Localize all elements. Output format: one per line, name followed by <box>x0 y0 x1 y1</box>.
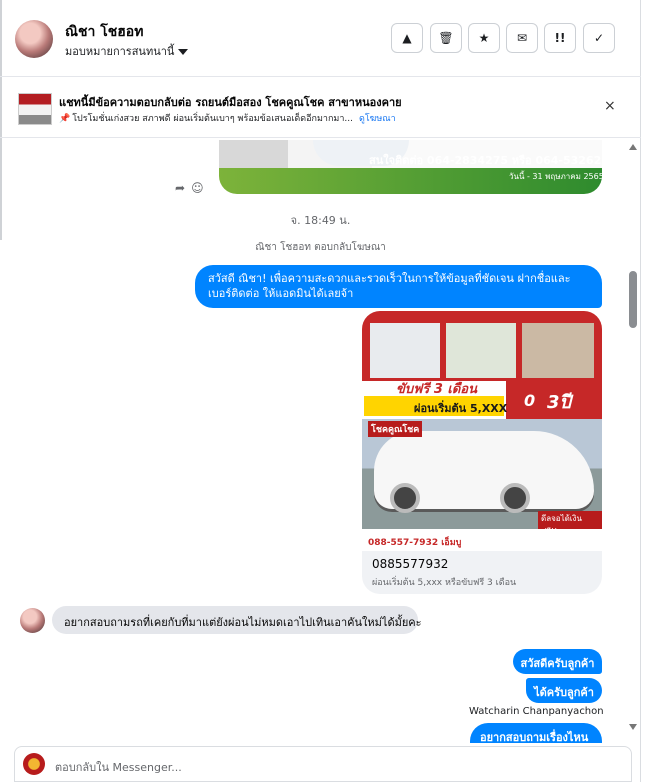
outgoing-message[interactable]: อยากสอบถามเรื่องไหนครับ <box>470 723 602 743</box>
poster-headline: ขับฟรี 3 เดือน <box>396 382 478 397</box>
outgoing-message[interactable]: สวัสดี ณิชา! เพื่อความสะดวกและรวดเร็วในก… <box>195 265 602 308</box>
pin-icon: 📌 <box>59 114 71 124</box>
conversation-panel: ณิชา โชฮอท มอบหมายการสนทนานี้ ▲ 🗑 ★ ✉ !!… <box>0 0 641 782</box>
mail-icon: ✉ <box>516 31 528 45</box>
reply-icon[interactable]: ➦ <box>175 181 191 195</box>
ad-subtitle: 📌 โปรโมชั่นเก่งสวย สภาพดี ผ่อนเริ่มต้นเบา… <box>59 111 396 125</box>
outgoing-message[interactable]: ได้ครับลูกค้า <box>526 678 602 703</box>
close-icon[interactable]: × <box>604 98 616 114</box>
poster-down: 0 <box>524 391 536 410</box>
message-actions: ➦☺ <box>175 181 210 195</box>
card-subtitle: ผ่อนเริ่มต้น 5,xxx หรือขับฟรี 3 เดือน <box>372 578 517 588</box>
ad-image-message[interactable]: สนใจติดต่อ 064-2834275 หรือ 064-5326282 … <box>219 140 602 194</box>
reply-composer[interactable]: ตอบกลับใน Messenger... <box>14 746 632 782</box>
check-icon: ✓ <box>593 31 605 45</box>
attachment-card[interactable]: ขับฟรี 3 เดือน ผ่อนเริ่มต้น 5,XXX 0 3ปี … <box>362 311 602 594</box>
follow-up-button[interactable]: !! <box>544 23 576 53</box>
alert-icon: ▲ <box>402 31 412 45</box>
card-title: 0885577932 <box>372 557 449 571</box>
assign-dropdown[interactable]: มอบหมายการสนทนานี้ <box>65 42 189 60</box>
sender-avatar[interactable] <box>20 608 45 633</box>
composer-channel: Messenger... <box>112 761 182 774</box>
ad-description: โปรโมชั่นเก่งสวย สภาพดี ผ่อนเริ่มต้นเบาๆ… <box>72 114 353 124</box>
mark-done-button[interactable]: ✓ <box>583 23 615 53</box>
ad-context-bar: แชทนี้มีข้อความตอบกลับต่อ รถยนต์มือสอง โ… <box>0 77 641 138</box>
chevron-down-icon <box>178 49 189 55</box>
assign-label: มอบหมายการสนทนานี้ <box>65 45 175 58</box>
star-icon: ★ <box>478 31 490 45</box>
reply-notice: ณิชา โชฮอท ตอบกลับโฆษณา <box>255 242 386 253</box>
emoji-icon[interactable]: ☺ <box>191 181 210 195</box>
incoming-message[interactable]: อยากสอบถามรถที่เคยกับที่มาแต่ยังผ่อนไม่ห… <box>52 606 422 634</box>
poster-years: 3ปี <box>547 392 571 413</box>
mark-unread-button[interactable]: ✉ <box>506 23 538 53</box>
message-timestamp: จ. 18:49 น. <box>290 214 351 227</box>
follow-up-icon: !! <box>554 31 566 45</box>
conversation-header: ณิชา โชฮอท มอบหมายการสนทนานี้ ▲ 🗑 ★ ✉ !!… <box>0 0 641 77</box>
scrollbar-thumb[interactable] <box>629 271 637 328</box>
scroll-up-arrow[interactable] <box>629 144 637 150</box>
promo-poster-image: ขับฟรี 3 เดือน ผ่อนเริ่มต้น 5,XXX 0 3ปี … <box>362 311 602 551</box>
ad-title: แชทนี้มีข้อความตอบกลับต่อ รถยนต์มือสอง โ… <box>59 96 402 109</box>
poster-brand: โชคคูณโชค <box>368 421 423 437</box>
outgoing-message[interactable]: สวัสดีครับลูกค้า <box>513 649 602 674</box>
delete-button[interactable]: 🗑 <box>430 23 462 53</box>
ad-contact-text: สนใจติดต่อ 064-2834275 หรือ 064-5326282 <box>369 154 602 167</box>
scroll-down-arrow[interactable] <box>629 724 637 730</box>
poster-price: ผ่อนเริ่มต้น 5,XXX <box>414 402 508 415</box>
contact-name[interactable]: ณิชา โชฮอท <box>65 21 143 43</box>
page-icon <box>23 753 45 775</box>
composer-prefix: ตอบกลับใน <box>55 761 110 774</box>
ad-thumbnail[interactable] <box>18 93 52 125</box>
view-ad-link[interactable]: ดูโฆษณา <box>359 114 396 124</box>
mark-spam-button[interactable]: ▲ <box>391 23 423 53</box>
ad-date-text: วันนี้ - 31 พฤษภาคม 2565 เท่านั้น <box>509 172 602 181</box>
composer-placeholder[interactable]: ตอบกลับใน Messenger... <box>55 758 182 776</box>
contact-avatar[interactable] <box>15 20 53 58</box>
sender-name: Watcharin Chanpanyachon <box>469 706 604 717</box>
trash-icon: 🗑 <box>438 31 454 45</box>
star-button[interactable]: ★ <box>468 23 500 53</box>
poster-phone: 088-557-7932 เอ็มบู <box>368 538 462 548</box>
